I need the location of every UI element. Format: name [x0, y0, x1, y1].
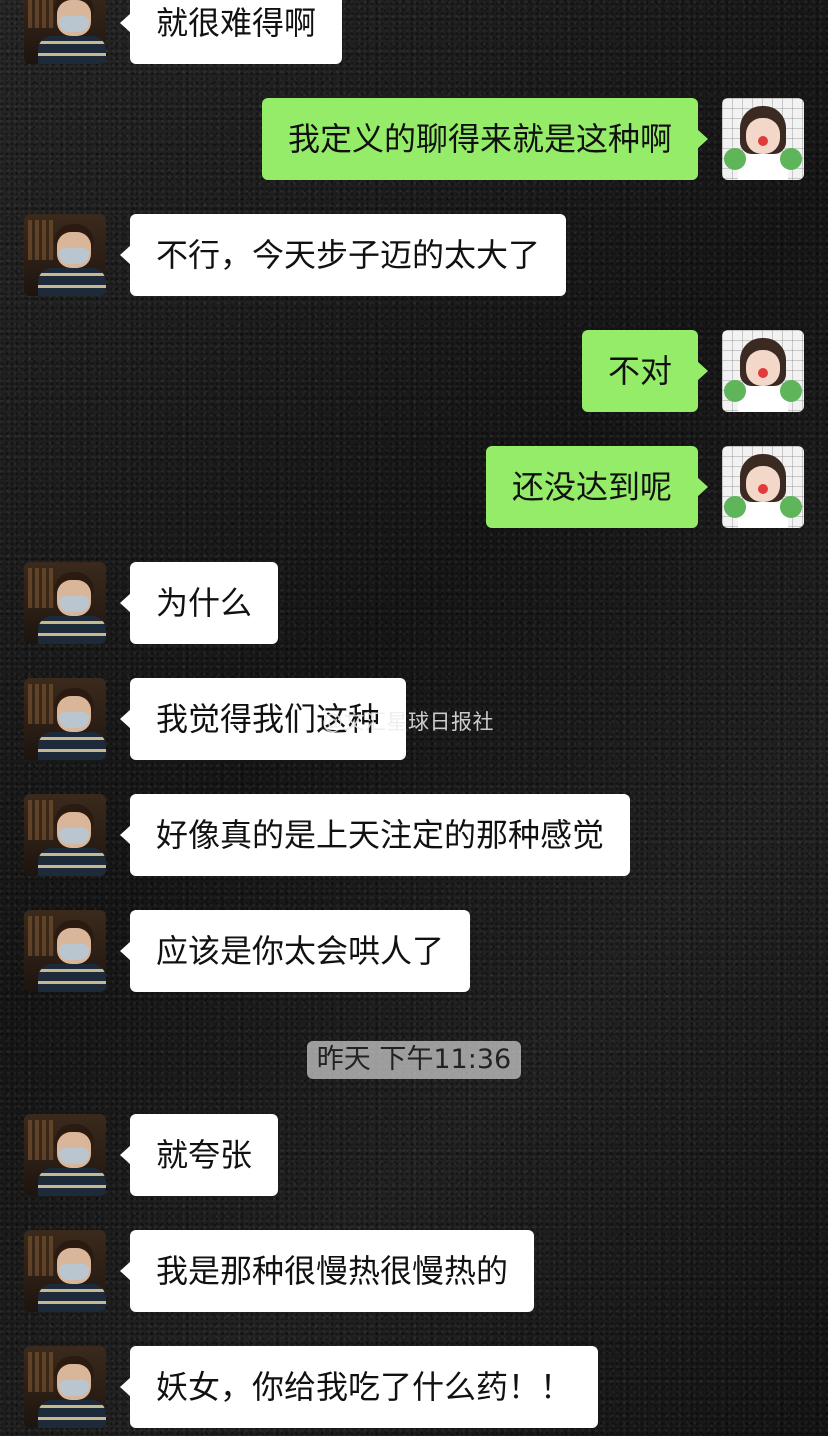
message-bubble[interactable]: 还没达到呢 [485, 446, 709, 528]
my-avatar[interactable] [722, 330, 804, 412]
contact-avatar[interactable] [24, 1114, 106, 1196]
contact-avatar[interactable] [24, 1346, 106, 1428]
contact-avatar[interactable] [24, 214, 106, 296]
message-bubble[interactable]: 就夸张 [119, 1114, 279, 1196]
message-bubble[interactable]: 好像真的是上天注定的那种感觉 [119, 794, 631, 876]
message-bubble[interactable]: 妖女，你给我吃了什么药！！ [119, 1346, 599, 1428]
message-incoming: 好像真的是上天注定的那种感觉 [0, 794, 828, 876]
contact-avatar[interactable] [24, 0, 106, 64]
message-incoming: 应该是你太会哄人了 [0, 910, 828, 992]
message-incoming: 就很难得啊 [0, 0, 828, 64]
contact-avatar[interactable] [24, 562, 106, 644]
contact-avatar[interactable] [24, 678, 106, 760]
message-outgoing: 不对 [0, 330, 828, 412]
message-outgoing: 我定义的聊得来就是这种啊 [0, 98, 828, 180]
message-bubble[interactable]: 我是那种很慢热很慢热的 [119, 1230, 535, 1312]
message-incoming: 不行，今天步子迈的太大了 [0, 214, 828, 296]
message-outgoing: 还没达到呢 [0, 446, 828, 528]
my-avatar[interactable] [722, 98, 804, 180]
message-bubble[interactable]: 不行，今天步子迈的太大了 [119, 214, 567, 296]
message-bubble[interactable]: 就很难得啊 [119, 0, 343, 64]
timestamp-divider: 昨天 下午11:36 [307, 1041, 521, 1079]
my-avatar[interactable] [722, 446, 804, 528]
message-bubble[interactable]: 我定义的聊得来就是这种啊 [261, 98, 709, 180]
contact-avatar[interactable] [24, 1230, 106, 1312]
message-incoming: 就夸张 [0, 1114, 828, 1196]
contact-avatar[interactable] [24, 910, 106, 992]
message-bubble[interactable]: 为什么 [119, 562, 279, 644]
message-incoming: 我是那种很慢热很慢热的 [0, 1230, 828, 1312]
message-bubble[interactable]: 不对 [581, 330, 709, 412]
message-bubble[interactable]: 应该是你太会哄人了 [119, 910, 471, 992]
message-incoming: 为什么 [0, 562, 828, 644]
message-incoming: 妖女，你给我吃了什么药！！ [0, 1346, 828, 1428]
watermark: @文汇星球日报社 [322, 710, 494, 734]
contact-avatar[interactable] [24, 794, 106, 876]
